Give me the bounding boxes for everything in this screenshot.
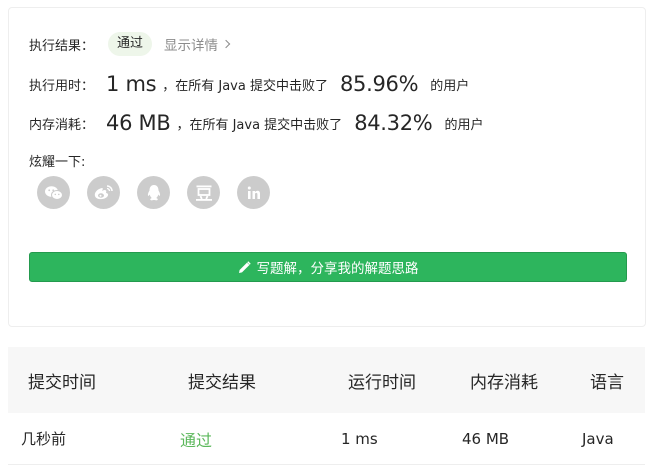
share-weibo-button[interactable]	[87, 176, 120, 209]
memory-tail-text: 的用户	[444, 117, 484, 133]
row-runtime: 1 ms	[341, 429, 378, 448]
row-submit-time: 几秒前	[21, 430, 67, 448]
runtime-tail-text: 的用户	[430, 78, 470, 94]
row-memory: 46 MB	[462, 429, 510, 448]
header-submit-time: 提交时间	[28, 372, 96, 393]
header-submit-result: 提交结果	[188, 372, 256, 393]
header-language: 语言	[590, 372, 624, 393]
memory-label: 内存消耗：	[29, 117, 95, 133]
share-douban-button[interactable]	[187, 176, 220, 209]
write-solution-label: 写题解，分享我的解题思路	[256, 261, 419, 277]
linkedin-icon	[247, 186, 260, 199]
weibo-icon	[94, 185, 113, 200]
status-badge: 通过	[108, 32, 153, 56]
share-label: 炫耀一下:	[29, 154, 86, 170]
pencil-icon	[238, 260, 251, 273]
memory-percent: 84.32%	[354, 111, 433, 135]
table-header: 提交时间 提交结果 运行时间 内存消耗 语言	[8, 347, 645, 413]
chevron-right-icon	[221, 39, 231, 49]
show-details-label: 显示详情	[164, 38, 219, 54]
result-label: 执行结果：	[29, 38, 95, 54]
result-card: 执行结果： 通过 显示详情 执行用时： 1 ms ，在所有 Java 提交中击败…	[8, 7, 646, 327]
memory-row: 内存消耗： 46 MB ，在所有 Java 提交中击败了 84.32% 的用户	[29, 108, 483, 138]
show-details-link[interactable]: 显示详情	[164, 34, 231, 54]
share-label-row: 炫耀一下:	[29, 151, 86, 170]
row-language: Java	[582, 429, 614, 448]
share-linkedin-button[interactable]	[237, 176, 270, 209]
runtime-row: 执行用时： 1 ms ，在所有 Java 提交中击败了 85.96% 的用户	[29, 69, 469, 99]
result-row: 执行结果： 通过 显示详情	[29, 32, 231, 56]
share-qq-button[interactable]	[137, 176, 170, 209]
submissions-table: 提交时间 提交结果 运行时间 内存消耗 语言 几秒前 通过 1 ms 46 MB…	[8, 347, 645, 465]
wechat-icon	[44, 185, 63, 200]
runtime-value: 1 ms	[106, 72, 157, 96]
runtime-middle-text: ，在所有 Java 提交中击败了	[162, 78, 328, 94]
memory-middle-text: ，在所有 Java 提交中击败了	[176, 117, 343, 133]
table-row: 几秒前 通过 1 ms 46 MB Java	[8, 413, 645, 465]
header-runtime: 运行时间	[348, 372, 416, 393]
header-memory: 内存消耗	[470, 372, 538, 393]
runtime-percent: 85.96%	[339, 72, 419, 96]
qq-icon	[147, 184, 160, 200]
write-solution-button[interactable]: 写题解，分享我的解题思路	[29, 252, 627, 282]
row-result-link[interactable]: 通过	[180, 427, 212, 451]
memory-value: 46 MB	[106, 111, 171, 135]
douban-icon	[195, 185, 212, 201]
share-wechat-button[interactable]	[37, 176, 70, 209]
runtime-label: 执行用时：	[29, 78, 95, 94]
share-buttons	[37, 176, 287, 209]
